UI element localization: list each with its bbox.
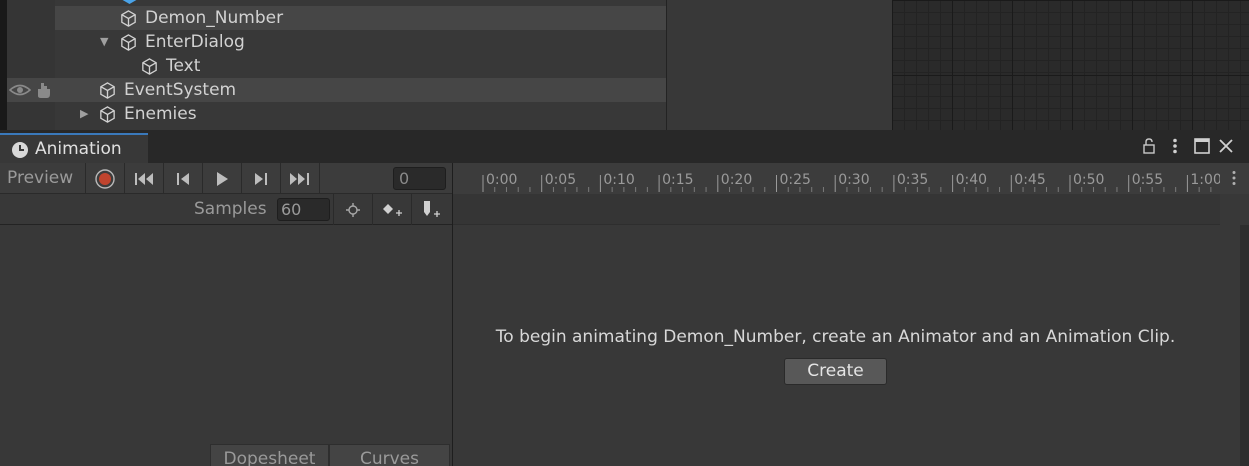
animation-left-panel: Preview 0 Samples 60 Dopesheet Curves xyxy=(0,163,452,466)
ruler-tick-label: 0:50 xyxy=(1073,172,1104,188)
time-ruler[interactable]: 0:00 0:05 0:10 0:15 0:20 0:25 0:30 0:35 0:40 0:45… xyxy=(453,163,1220,194)
last-key-icon xyxy=(290,172,309,185)
samples-label: Samples xyxy=(194,199,267,219)
tab-title: Animation xyxy=(35,139,122,159)
gameobject-cube-icon xyxy=(100,82,115,99)
cube-icon xyxy=(122,0,137,4)
expand-arrow-down-icon[interactable]: ▼ xyxy=(100,30,108,54)
hierarchy-item-demon-number[interactable]: Demon_Number xyxy=(55,6,666,30)
empty-state-message: To begin animating Demon_Number, create … xyxy=(495,327,1176,347)
ruler-tick-label: 0:15 xyxy=(662,172,693,188)
add-event-button[interactable] xyxy=(411,194,450,225)
clock-icon xyxy=(12,142,28,158)
play-icon xyxy=(217,171,228,186)
eye-icon[interactable] xyxy=(9,80,31,100)
ruler-tick-label: 1:00 xyxy=(1190,172,1220,188)
properties-list: Dopesheet Curves xyxy=(0,225,452,466)
samples-toolbar: Samples 60 xyxy=(0,194,452,225)
record-icon xyxy=(95,168,115,189)
tab-curves[interactable]: Curves xyxy=(329,444,450,466)
expand-arrow-right-icon[interactable]: ▶ xyxy=(80,102,88,126)
hierarchy-item-label: Enemies xyxy=(124,104,197,124)
playback-toolbar: Preview 0 xyxy=(0,163,452,194)
time-ruler-ticks: 0:00 0:05 0:10 0:15 0:20 0:25 0:30 0:35 0:40 0:45… xyxy=(482,172,1220,192)
hierarchy-gutter xyxy=(7,0,55,130)
next-key-icon xyxy=(255,172,267,185)
record-button[interactable] xyxy=(86,163,125,194)
prev-key-icon xyxy=(177,172,189,185)
ruler-tick-label: 0:05 xyxy=(545,172,576,188)
kebab-menu-icon[interactable] xyxy=(1170,138,1180,154)
create-button[interactable]: Create xyxy=(784,358,887,385)
lock-icon[interactable] xyxy=(1142,138,1156,154)
hierarchy-item-label: EnterDialog xyxy=(145,32,245,52)
next-key-button[interactable] xyxy=(242,163,281,194)
samples-field[interactable]: 60 xyxy=(277,198,330,221)
add-event-icon xyxy=(424,200,440,217)
prev-key-button[interactable] xyxy=(164,163,203,194)
timeline-scrollbar-track[interactable] xyxy=(1240,225,1249,466)
tab-animation[interactable]: Animation xyxy=(0,133,148,163)
gameobject-cube-icon xyxy=(121,34,136,51)
timeline-panel: 0:00 0:05 0:10 0:15 0:20 0:25 0:30 0:35 0:40 0:45… xyxy=(453,163,1249,466)
gameobject-cube-icon xyxy=(142,58,157,75)
gameobject-cube-icon xyxy=(100,106,115,123)
timeline-menu-button[interactable] xyxy=(1220,163,1249,194)
hierarchy-item-label: EventSystem xyxy=(124,80,237,100)
frame-field[interactable]: 0 xyxy=(393,167,446,190)
hierarchy-item-eventsystem[interactable]: EventSystem xyxy=(55,78,666,102)
hierarchy-panel: Demon_Number ▼ EnterDialog Text EventSys… xyxy=(0,0,666,130)
event-lane-end xyxy=(1220,194,1249,225)
event-lane[interactable] xyxy=(453,194,1220,225)
ruler-tick-label: 0:30 xyxy=(838,172,869,188)
ruler-tick-label: 0:25 xyxy=(780,172,811,188)
ruler-tick-label: 0:45 xyxy=(1014,172,1045,188)
add-keyframe-icon xyxy=(383,203,402,216)
tab-dopesheet[interactable]: Dopesheet xyxy=(210,444,329,466)
close-icon[interactable] xyxy=(1218,138,1234,154)
hierarchy-item-text[interactable]: Text xyxy=(55,54,666,78)
scene-view-panel xyxy=(666,0,892,130)
play-button[interactable] xyxy=(203,163,242,194)
animation-tab-bar: Animation xyxy=(0,130,1249,163)
hierarchy-item-enterdialog[interactable]: ▼ EnterDialog xyxy=(55,30,666,54)
last-key-button[interactable] xyxy=(281,163,320,194)
ruler-tick-label: 0:55 xyxy=(1132,172,1163,188)
hierarchy-left-strip xyxy=(0,0,7,130)
animation-window: Animation Preview 0 Samples 60 Dopesheet… xyxy=(0,130,1249,466)
ruler-tick-label: 0:10 xyxy=(603,172,634,188)
hand-pick-icon[interactable] xyxy=(34,80,54,100)
hierarchy-item-label: Demon_Number xyxy=(145,8,284,28)
add-keyframe-button[interactable] xyxy=(372,194,411,225)
hierarchy-item-enemies[interactable]: ▶ Enemies xyxy=(55,102,666,126)
first-key-icon xyxy=(135,172,153,185)
ruler-tick-label: 0:35 xyxy=(897,172,928,188)
ruler-tick-label: 0:00 xyxy=(486,172,517,188)
scene-grid[interactable] xyxy=(892,0,1249,130)
ruler-tick-label: 0:40 xyxy=(956,172,987,188)
hierarchy-item-label: Text xyxy=(166,56,201,76)
maximize-icon[interactable] xyxy=(1194,138,1210,154)
kebab-menu-icon xyxy=(1232,171,1236,185)
filter-icon xyxy=(346,202,360,217)
ruler-tick-label: 0:20 xyxy=(721,172,752,188)
preview-button[interactable]: Preview xyxy=(0,163,86,194)
gameobject-cube-icon xyxy=(121,10,136,27)
first-key-button[interactable] xyxy=(125,163,164,194)
filter-button[interactable] xyxy=(333,194,372,225)
